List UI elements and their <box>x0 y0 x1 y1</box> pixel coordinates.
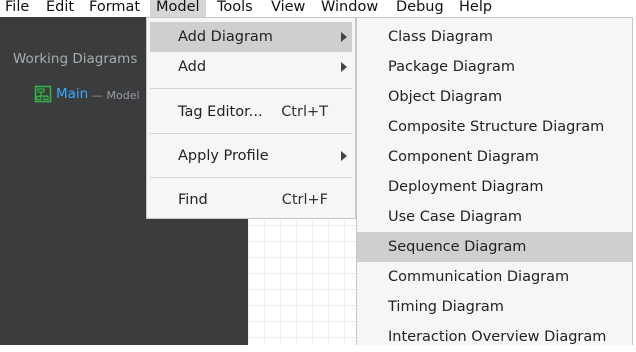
submenu-item-label: Class Diagram <box>388 29 494 45</box>
submenu-arrow-icon <box>341 32 347 42</box>
menu-debug[interactable]: Debug <box>396 0 444 17</box>
submenu-item-communication-diagram[interactable]: Communication Diagram <box>357 262 632 292</box>
submenu-item-deployment-diagram[interactable]: Deployment Diagram <box>357 172 632 202</box>
submenu-item-package-diagram[interactable]: Package Diagram <box>357 52 632 82</box>
menu-window[interactable]: Window <box>321 0 378 17</box>
menu-edit[interactable]: Edit <box>46 0 74 17</box>
submenu-item-sequence-diagram[interactable]: Sequence Diagram <box>357 232 632 262</box>
submenu-item-label: Timing Diagram <box>388 299 504 315</box>
model-menu-dropdown: Add Diagram Add Tag Editor... Ctrl+T App… <box>146 17 356 219</box>
submenu-item-timing-diagram[interactable]: Timing Diagram <box>357 292 632 322</box>
add-diagram-submenu: Class Diagram Package Diagram Object Dia… <box>356 17 633 345</box>
submenu-arrow-icon <box>341 151 347 161</box>
submenu-item-label: Interaction Overview Diagram <box>388 329 607 345</box>
menu-file[interactable]: File <box>5 0 29 17</box>
submenu-item-label: Composite Structure Diagram <box>388 119 605 135</box>
menu-format[interactable]: Format <box>89 0 140 17</box>
menu-bar: File Edit Format Model Tools View Window… <box>0 0 636 17</box>
submenu-item-label: Object Diagram <box>388 89 503 105</box>
submenu-item-label: Package Diagram <box>388 59 515 75</box>
submenu-item-label: Use Case Diagram <box>388 209 523 225</box>
panel-title: Working Diagrams <box>13 51 138 67</box>
submenu-item-interaction-overview-diagram[interactable]: Interaction Overview Diagram <box>357 322 632 352</box>
submenu-arrow-icon <box>341 62 347 72</box>
submenu-item-label: Communication Diagram <box>388 269 570 285</box>
submenu-item-composite-structure-diagram[interactable]: Composite Structure Diagram <box>357 112 632 142</box>
submenu-item-label: Sequence Diagram <box>388 239 527 255</box>
menu-item-tag-editor[interactable]: Tag Editor... Ctrl+T <box>150 97 352 127</box>
menu-item-label: Add <box>178 59 207 75</box>
menu-item-add-diagram[interactable]: Add Diagram <box>150 22 352 52</box>
menu-item-label: Tag Editor... <box>178 104 263 120</box>
submenu-item-object-diagram[interactable]: Object Diagram <box>357 82 632 112</box>
menu-separator <box>150 133 352 134</box>
diagram-name: Main <box>56 86 89 102</box>
submenu-item-label: Deployment Diagram <box>388 179 544 195</box>
submenu-item-class-diagram[interactable]: Class Diagram <box>357 22 632 52</box>
menu-item-label: Find <box>178 192 208 208</box>
menu-help[interactable]: Help <box>459 0 492 17</box>
menu-item-apply-profile[interactable]: Apply Profile <box>150 141 352 171</box>
menu-model[interactable]: Model <box>150 0 206 17</box>
menu-item-label: Apply Profile <box>178 148 269 164</box>
menu-view[interactable]: View <box>271 0 305 17</box>
class-diagram-icon <box>34 85 52 103</box>
menu-item-find[interactable]: Find Ctrl+F <box>150 185 352 215</box>
menu-item-shortcut: Ctrl+F <box>281 192 328 208</box>
menu-separator <box>150 177 352 178</box>
menu-item-label: Add Diagram <box>178 29 273 45</box>
menu-tools[interactable]: Tools <box>217 0 253 17</box>
submenu-item-component-diagram[interactable]: Component Diagram <box>357 142 632 172</box>
submenu-item-use-case-diagram[interactable]: Use Case Diagram <box>357 202 632 232</box>
menu-item-shortcut: Ctrl+T <box>281 104 328 120</box>
submenu-item-label: Component Diagram <box>388 149 540 165</box>
diagram-type-label: — Model <box>92 89 140 102</box>
menu-item-add[interactable]: Add <box>150 52 352 82</box>
menu-separator <box>150 88 352 89</box>
